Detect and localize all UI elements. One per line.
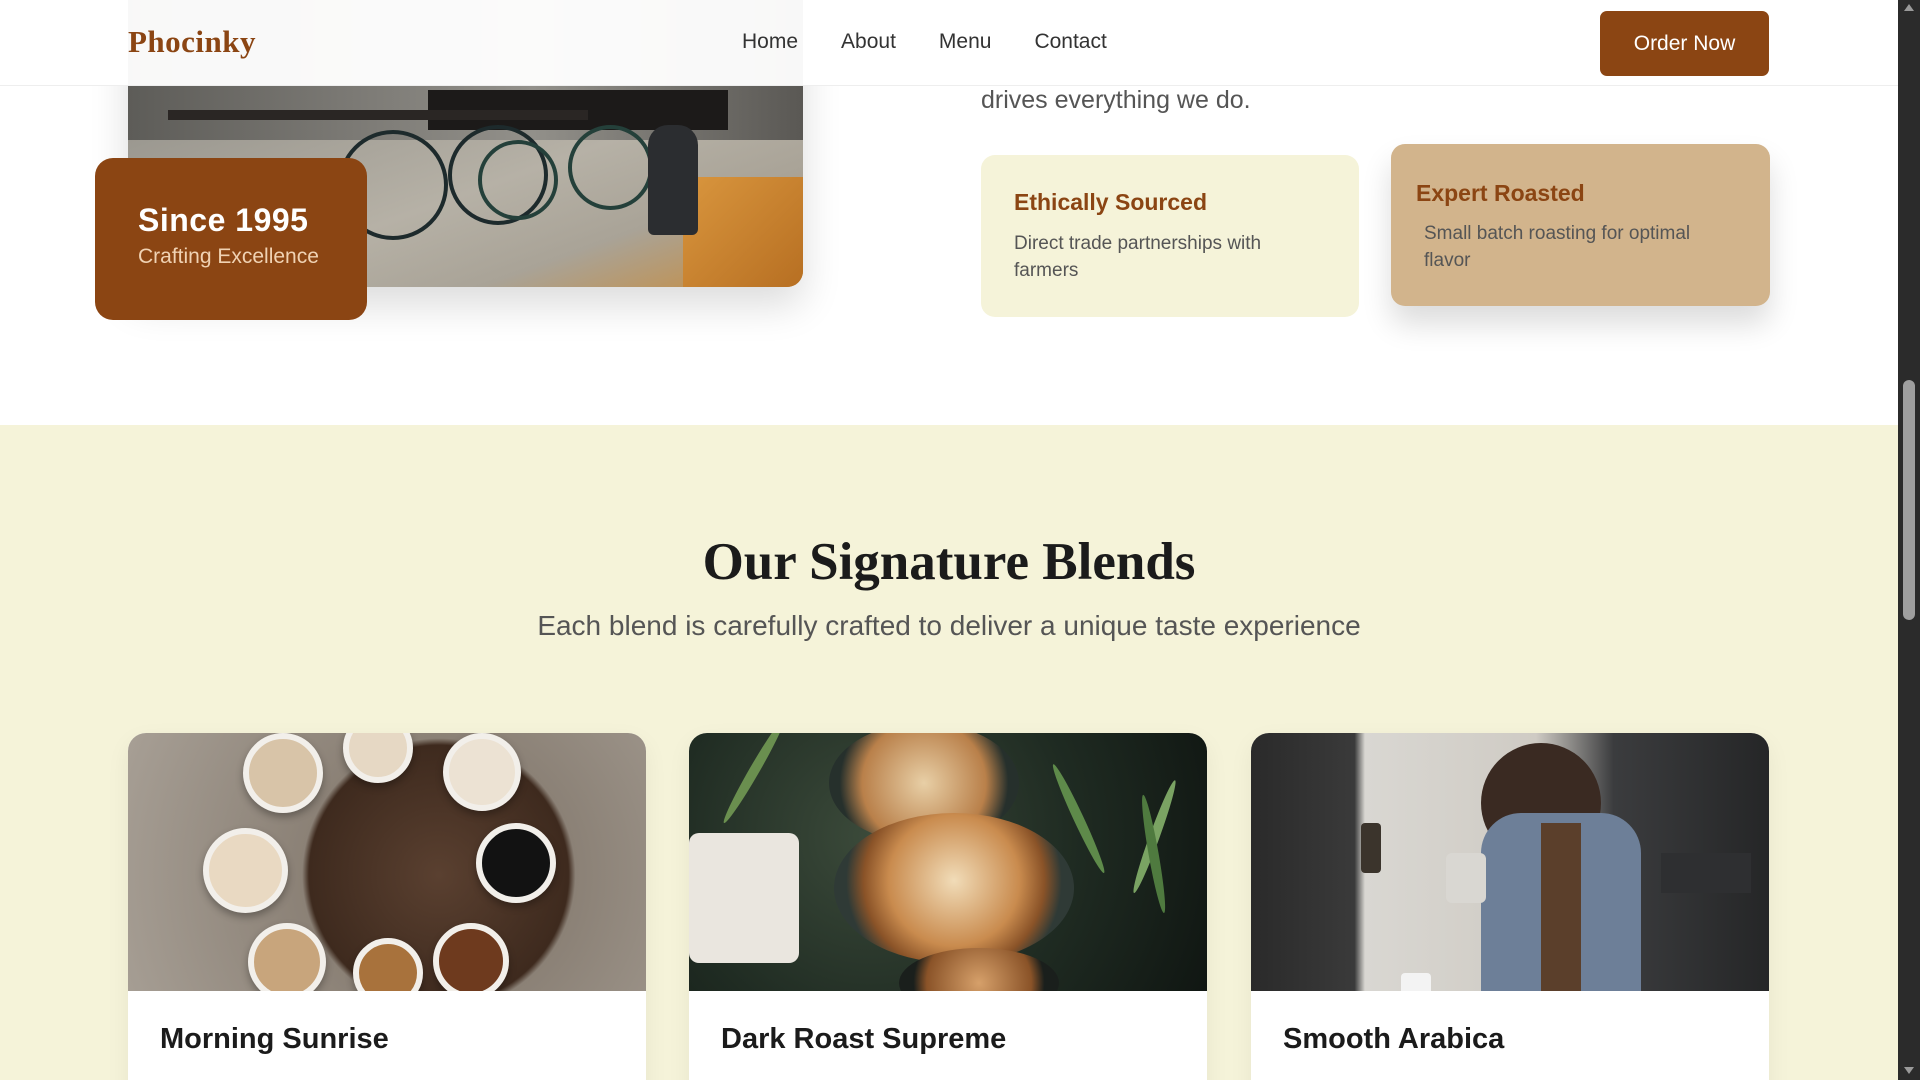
feature-title: Ethically Sourced: [1014, 189, 1208, 215]
navbar: Phocinky Home About Menu Contact Order N…: [0, 0, 1898, 86]
blend-card[interactable]: Dark Roast Supreme: [689, 733, 1207, 1080]
signature-blends-section: Our Signature Blends Each blend is caref…: [0, 425, 1898, 1080]
feature-description: Small batch roasting for optimal flavor: [1424, 223, 1691, 271]
vertical-scrollbar[interactable]: [1898, 0, 1920, 1080]
feature-card-expert-roasted: Expert Roasted Small batch roasting for …: [1391, 144, 1770, 306]
feature-description: Direct trade partnerships with farmers: [1014, 233, 1262, 281]
scroll-down-arrow-icon[interactable]: [1904, 1067, 1914, 1074]
nav-link-menu[interactable]: Menu: [939, 30, 992, 54]
blend-name: Morning Sunrise: [160, 1023, 389, 1055]
nav-links: Home About Menu Contact: [742, 30, 1107, 54]
page: Since 1995 Crafting Excellence drives ev…: [0, 0, 1898, 1080]
nav-link-contact[interactable]: Contact: [1034, 30, 1106, 54]
nav-link-about[interactable]: About: [841, 30, 896, 54]
nav-link-home[interactable]: Home: [742, 30, 798, 54]
since-subtitle: Crafting Excellence: [138, 245, 319, 268]
blend-card[interactable]: Morning Sunrise: [128, 733, 646, 1080]
scrollbar-thumb[interactable]: [1903, 380, 1915, 620]
barista-pouring-photo: [1251, 733, 1769, 991]
blend-card[interactable]: Smooth Arabica: [1251, 733, 1769, 1080]
feature-title: Expert Roasted: [1416, 180, 1585, 206]
feature-card-ethically-sourced: Ethically Sourced Direct trade partnersh…: [981, 155, 1359, 317]
section-subtitle: Each blend is carefully crafted to deliv…: [537, 610, 1361, 641]
latte-art-photo: [689, 733, 1207, 991]
blend-name: Smooth Arabica: [1283, 1023, 1505, 1055]
coffee-cups-on-table-photo: [128, 733, 646, 991]
order-now-button[interactable]: Order Now: [1600, 11, 1769, 76]
logo[interactable]: Phocinky: [128, 24, 256, 60]
section-title: Our Signature Blends: [702, 533, 1196, 591]
since-badge: Since 1995 Crafting Excellence: [95, 158, 367, 320]
blend-name: Dark Roast Supreme: [721, 1023, 1007, 1055]
since-title: Since 1995: [138, 202, 309, 238]
scroll-up-arrow-icon[interactable]: [1904, 4, 1914, 11]
about-description: drives everything we do.: [981, 86, 1251, 114]
